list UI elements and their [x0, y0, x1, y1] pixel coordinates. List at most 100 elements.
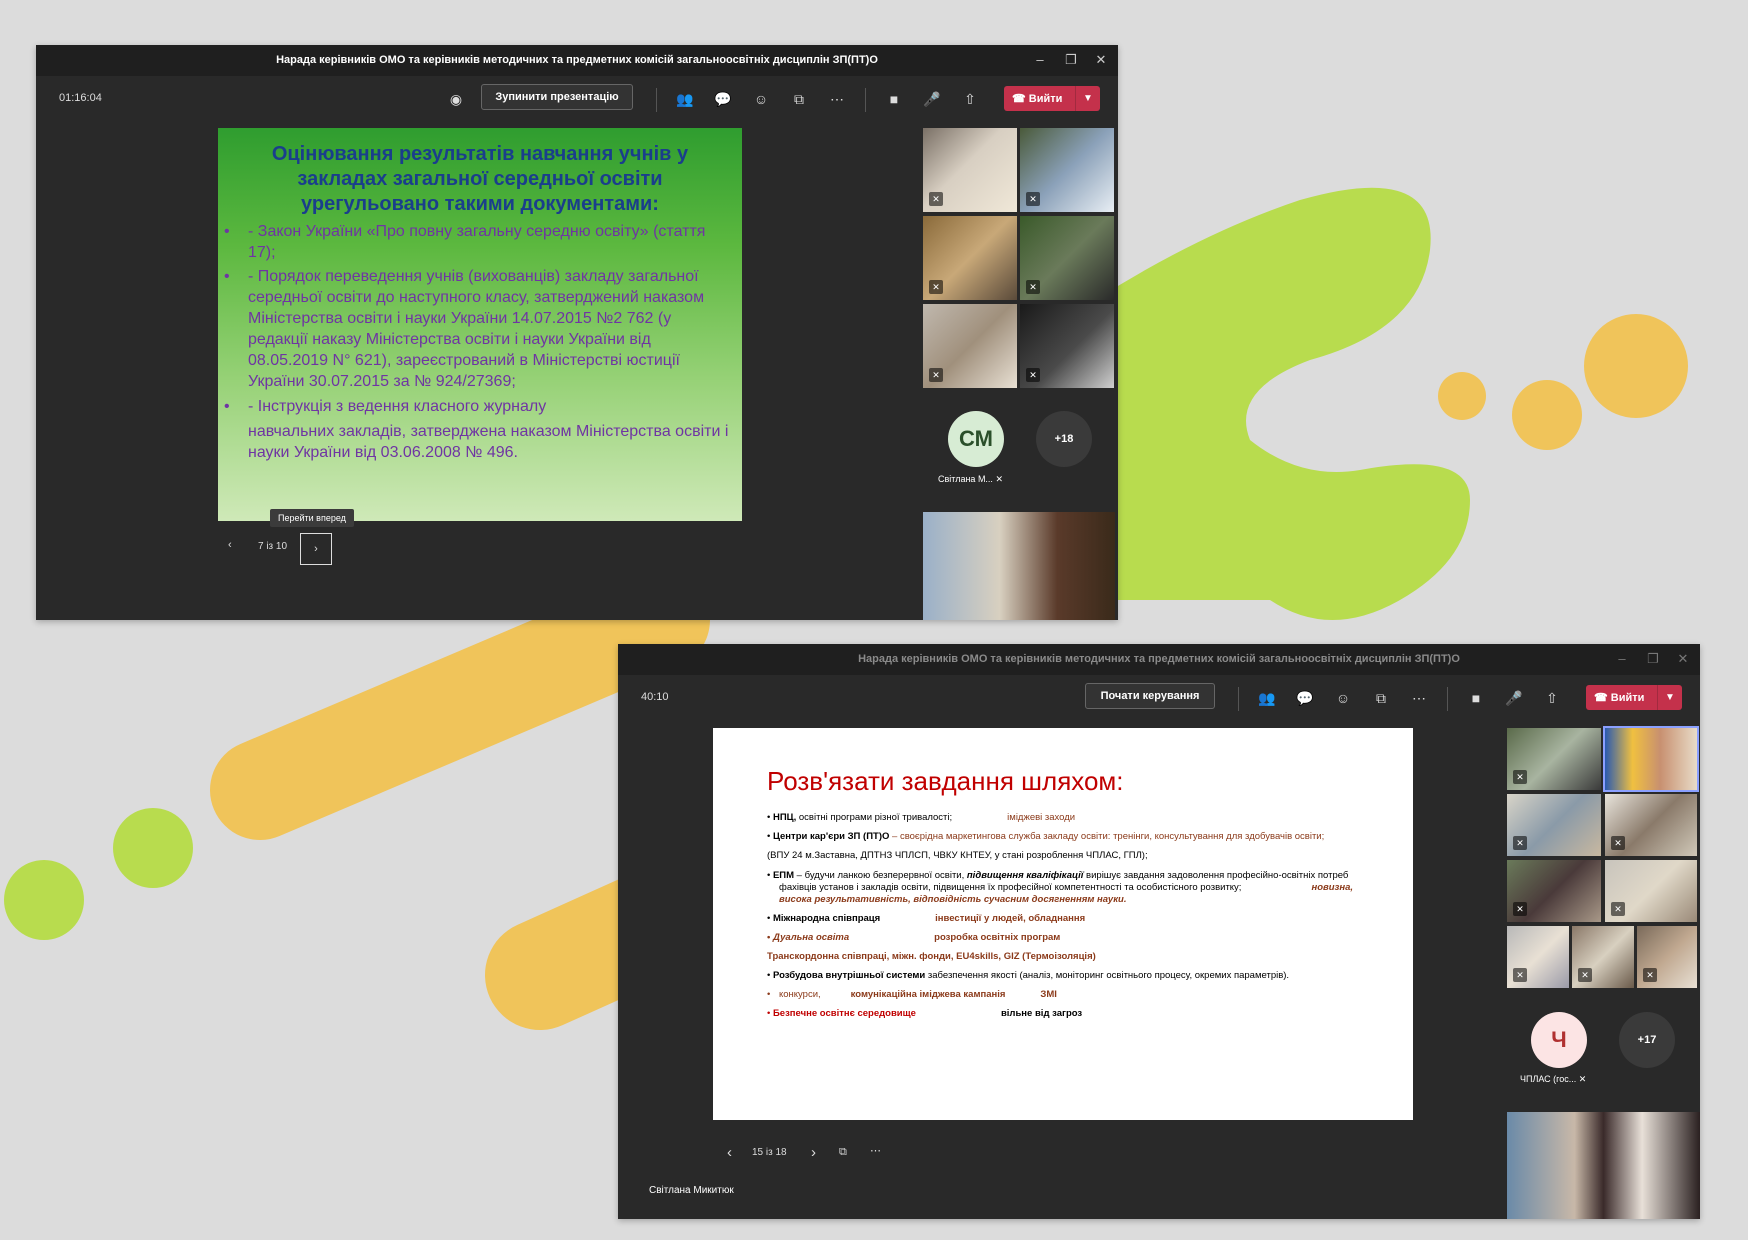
- rooms-icon[interactable]: ⧉: [1371, 688, 1391, 708]
- slides-grid-icon[interactable]: ⧉: [839, 1146, 847, 1159]
- minimize-icon[interactable]: –: [1611, 650, 1633, 668]
- slide-line: • Безпечне освітнє середовище вільне від …: [767, 1008, 1083, 1019]
- leave-label: Вийти: [1610, 692, 1645, 704]
- leave-button[interactable]: ☎ Вийти ▼: [1004, 86, 1100, 111]
- mic-off-icon: ✕: [1611, 836, 1625, 850]
- leave-button[interactable]: ☎ Вийти ▼: [1586, 685, 1682, 710]
- participant-video[interactable]: ✕: [1605, 860, 1697, 922]
- more-participants-badge[interactable]: +17: [1619, 1012, 1675, 1068]
- divider: [865, 88, 866, 112]
- share-icon[interactable]: ⇧: [1542, 688, 1562, 708]
- participant-video[interactable]: ✕: [1507, 794, 1601, 856]
- people-icon[interactable]: 👥: [1257, 688, 1277, 708]
- chat-icon[interactable]: 💬: [713, 89, 733, 109]
- slide-line: висока результативність, відповідність с…: [779, 894, 1127, 905]
- divider: [656, 88, 657, 112]
- slide-bullet: навчальних закладів, затверджена наказом…: [248, 423, 729, 461]
- presenter-name: Світлана Микитюк: [649, 1185, 734, 1196]
- slide-line: • ЕПМ – будучи ланкою безперервної освіт…: [767, 870, 1349, 881]
- meeting-timer: 40:10: [641, 691, 669, 703]
- slide-bullet: • - Закон України «Про повну загальну се…: [224, 223, 706, 261]
- mic-icon[interactable]: 🎤: [922, 89, 942, 109]
- maximize-icon[interactable]: ❐: [1642, 650, 1664, 668]
- next-slide-button[interactable]: ›: [300, 533, 332, 565]
- take-control-button[interactable]: Почати керування: [1085, 683, 1215, 709]
- title-bar: Нарада керівників ОМО та керівників мето…: [36, 45, 1118, 76]
- slide-line: фахівців установ і закладів освіти, підв…: [779, 882, 1354, 893]
- participant-video[interactable]: ✕: [923, 216, 1017, 300]
- more-icon[interactable]: ⋯: [1409, 688, 1429, 708]
- mic-off-icon: ✕: [1611, 902, 1625, 916]
- more-icon[interactable]: ⋯: [870, 1144, 881, 1157]
- mic-off-icon: ✕: [1578, 968, 1592, 982]
- yellow-dot-large: [1584, 314, 1688, 418]
- participant-video[interactable]: ✕: [1020, 304, 1114, 388]
- stop-presenting-button[interactable]: Зупинити презентацію: [481, 84, 633, 110]
- avatar[interactable]: СМ: [948, 411, 1004, 467]
- more-icon[interactable]: ⋯: [827, 89, 847, 109]
- participant-video[interactable]: ✕: [1020, 216, 1114, 300]
- mic-off-icon: ✕: [995, 474, 1003, 484]
- phone-icon: ☎: [1594, 692, 1611, 704]
- mic-off-icon[interactable]: 🎤: [1504, 688, 1524, 708]
- chevron-down-icon[interactable]: ▼: [1075, 86, 1100, 111]
- camera-icon[interactable]: ■: [1466, 688, 1486, 708]
- participant-name: ЧПЛАС (гос... ✕: [1520, 1074, 1587, 1084]
- share-icon[interactable]: ⇧: [960, 89, 980, 109]
- slide-line: Транскордонна співпраці, міжн. фонди, EU…: [767, 951, 1096, 962]
- divider: [1447, 687, 1448, 711]
- close-icon[interactable]: ✕: [1672, 650, 1694, 668]
- reactions-icon[interactable]: ☺: [1333, 688, 1353, 708]
- chevron-left-icon[interactable]: ‹: [228, 539, 232, 551]
- lime-dot-1: [4, 860, 84, 940]
- meeting-toolbar: 40:10 Почати керування 👥 💬 ☺ ⧉ ⋯ ■ 🎤 ⇧ ☎…: [618, 675, 1700, 721]
- eye-icon[interactable]: ◉: [446, 89, 466, 109]
- reactions-icon[interactable]: ☺: [751, 89, 771, 109]
- participant-video[interactable]: ✕: [1507, 860, 1601, 922]
- participant-name: Світлана М... ✕: [938, 474, 1003, 484]
- more-participants-badge[interactable]: +18: [1036, 411, 1092, 467]
- participant-video[interactable]: ✕: [923, 304, 1017, 388]
- participant-video[interactable]: ✕: [923, 128, 1017, 212]
- meeting-toolbar: 01:16:04 ◉ Зупинити презентацію 👥 💬 ☺ ⧉ …: [36, 76, 1118, 122]
- window-title: Нарада керівників ОМО та керівників мето…: [276, 54, 878, 66]
- chevron-down-icon[interactable]: ▼: [1657, 685, 1682, 710]
- close-icon[interactable]: ✕: [1090, 51, 1112, 69]
- mic-off-icon: ✕: [1513, 770, 1527, 784]
- avatar[interactable]: Ч: [1531, 1012, 1587, 1068]
- presenter-video[interactable]: [1507, 1112, 1700, 1219]
- participant-video-active[interactable]: [1603, 726, 1699, 792]
- mic-off-icon: ✕: [1578, 1074, 1587, 1084]
- chevron-right-icon[interactable]: ›: [811, 1144, 816, 1161]
- participant-video[interactable]: ✕: [1605, 794, 1697, 856]
- chevron-left-icon[interactable]: ‹: [727, 1144, 732, 1161]
- slide-line: • конкурси, комунікаційна іміджева кампан…: [767, 989, 1057, 1000]
- presenter-video[interactable]: [923, 512, 1115, 620]
- minimize-icon[interactable]: –: [1029, 51, 1051, 69]
- participant-video[interactable]: ✕: [1507, 728, 1601, 790]
- lime-dot-2: [113, 808, 193, 888]
- maximize-icon[interactable]: ❐: [1060, 51, 1082, 69]
- divider: [1238, 687, 1239, 711]
- slide-bullet: • - Порядок переведення учнів (вихованці…: [224, 268, 705, 390]
- mic-off-icon: ✕: [1643, 968, 1657, 982]
- mic-off-icon: ✕: [1513, 902, 1527, 916]
- title-bar: Нарада керівників ОМО та керівників мето…: [618, 644, 1700, 675]
- chevron-right-icon: ›: [314, 543, 318, 555]
- mic-off-icon: ✕: [1513, 968, 1527, 982]
- camera-icon[interactable]: ■: [884, 89, 904, 109]
- participant-video[interactable]: ✕: [1020, 128, 1114, 212]
- rooms-icon[interactable]: ⧉: [789, 89, 809, 109]
- participant-video[interactable]: ✕: [1572, 926, 1634, 988]
- participant-video[interactable]: ✕: [1507, 926, 1569, 988]
- yellow-stroke: [210, 570, 710, 1030]
- people-icon[interactable]: 👥: [675, 89, 695, 109]
- mic-off-icon: ✕: [929, 368, 943, 382]
- yellow-dot-small: [1438, 372, 1486, 420]
- shared-slide: Оцінювання результатів навчання учнів у …: [218, 128, 742, 521]
- chat-icon[interactable]: 💬: [1295, 688, 1315, 708]
- participant-video[interactable]: ✕: [1637, 926, 1697, 988]
- teams-window-presenting: Нарада керівників ОМО та керівників мето…: [36, 45, 1118, 620]
- phone-icon: ☎: [1012, 93, 1029, 105]
- leave-label: Вийти: [1028, 93, 1063, 105]
